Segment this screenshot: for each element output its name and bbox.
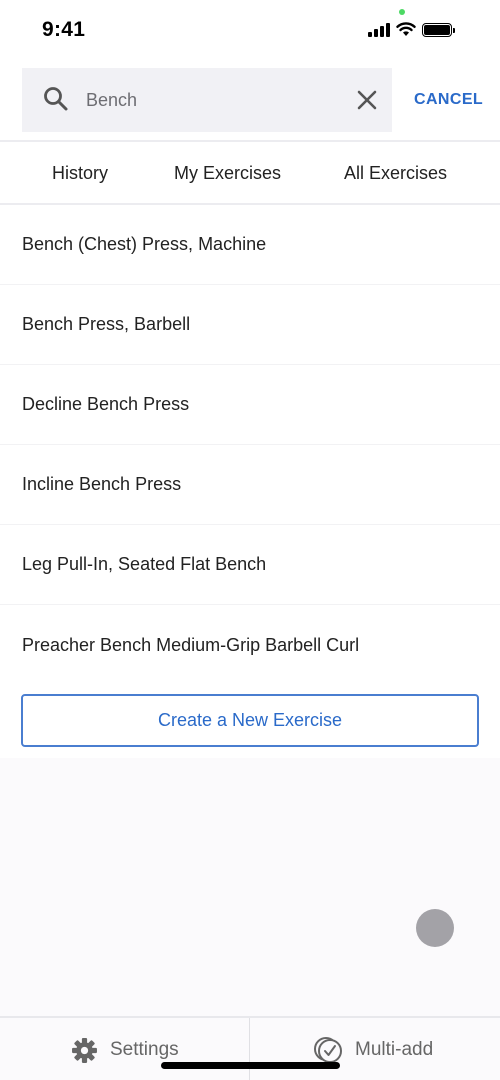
tab-history[interactable]: History	[52, 163, 108, 184]
list-item[interactable]: Bench Press, Barbell	[0, 285, 500, 365]
search-box	[22, 68, 392, 132]
battery-icon	[422, 22, 455, 37]
tab-my-exercises[interactable]: My Exercises	[174, 163, 281, 184]
create-exercise-section: Create a New Exercise	[0, 685, 500, 758]
wifi-icon	[396, 22, 416, 36]
list-item[interactable]: Bench (Chest) Press, Machine	[0, 205, 500, 285]
close-icon[interactable]	[356, 89, 378, 111]
bottom-bar: Settings Multi-add	[0, 1016, 500, 1080]
status-bar: 9:41	[0, 0, 500, 62]
search-row: CANCEL	[0, 62, 500, 140]
create-new-exercise-button[interactable]: Create a New Exercise	[21, 694, 479, 747]
cancel-button[interactable]: CANCEL	[414, 91, 483, 109]
multi-add-label: Multi-add	[355, 1039, 434, 1060]
gear-icon	[72, 1037, 97, 1063]
settings-button[interactable]: Settings	[71, 1018, 179, 1080]
bottom-bar-divider	[249, 1018, 250, 1080]
floating-touch-button[interactable]	[416, 909, 454, 947]
tab-all-exercises[interactable]: All Exercises	[344, 163, 447, 184]
list-item[interactable]: Preacher Bench Medium-Grip Barbell Curl	[0, 605, 500, 685]
settings-label: Settings	[110, 1039, 179, 1060]
results-list: Bench (Chest) Press, Machine Bench Press…	[0, 205, 500, 685]
signal-icon	[368, 22, 390, 37]
home-indicator	[161, 1062, 340, 1069]
list-item[interactable]: Leg Pull-In, Seated Flat Bench	[0, 525, 500, 605]
search-icon	[44, 87, 68, 111]
multi-check-icon	[314, 1037, 342, 1063]
multi-add-button[interactable]: Multi-add	[313, 1018, 433, 1080]
list-item[interactable]: Decline Bench Press	[0, 365, 500, 445]
tab-bar: History My Exercises All Exercises	[0, 140, 500, 205]
camera-indicator-icon	[399, 9, 405, 15]
list-item[interactable]: Incline Bench Press	[0, 445, 500, 525]
search-input[interactable]	[86, 68, 346, 132]
status-icons	[368, 22, 455, 37]
status-time: 9:41	[42, 18, 86, 41]
